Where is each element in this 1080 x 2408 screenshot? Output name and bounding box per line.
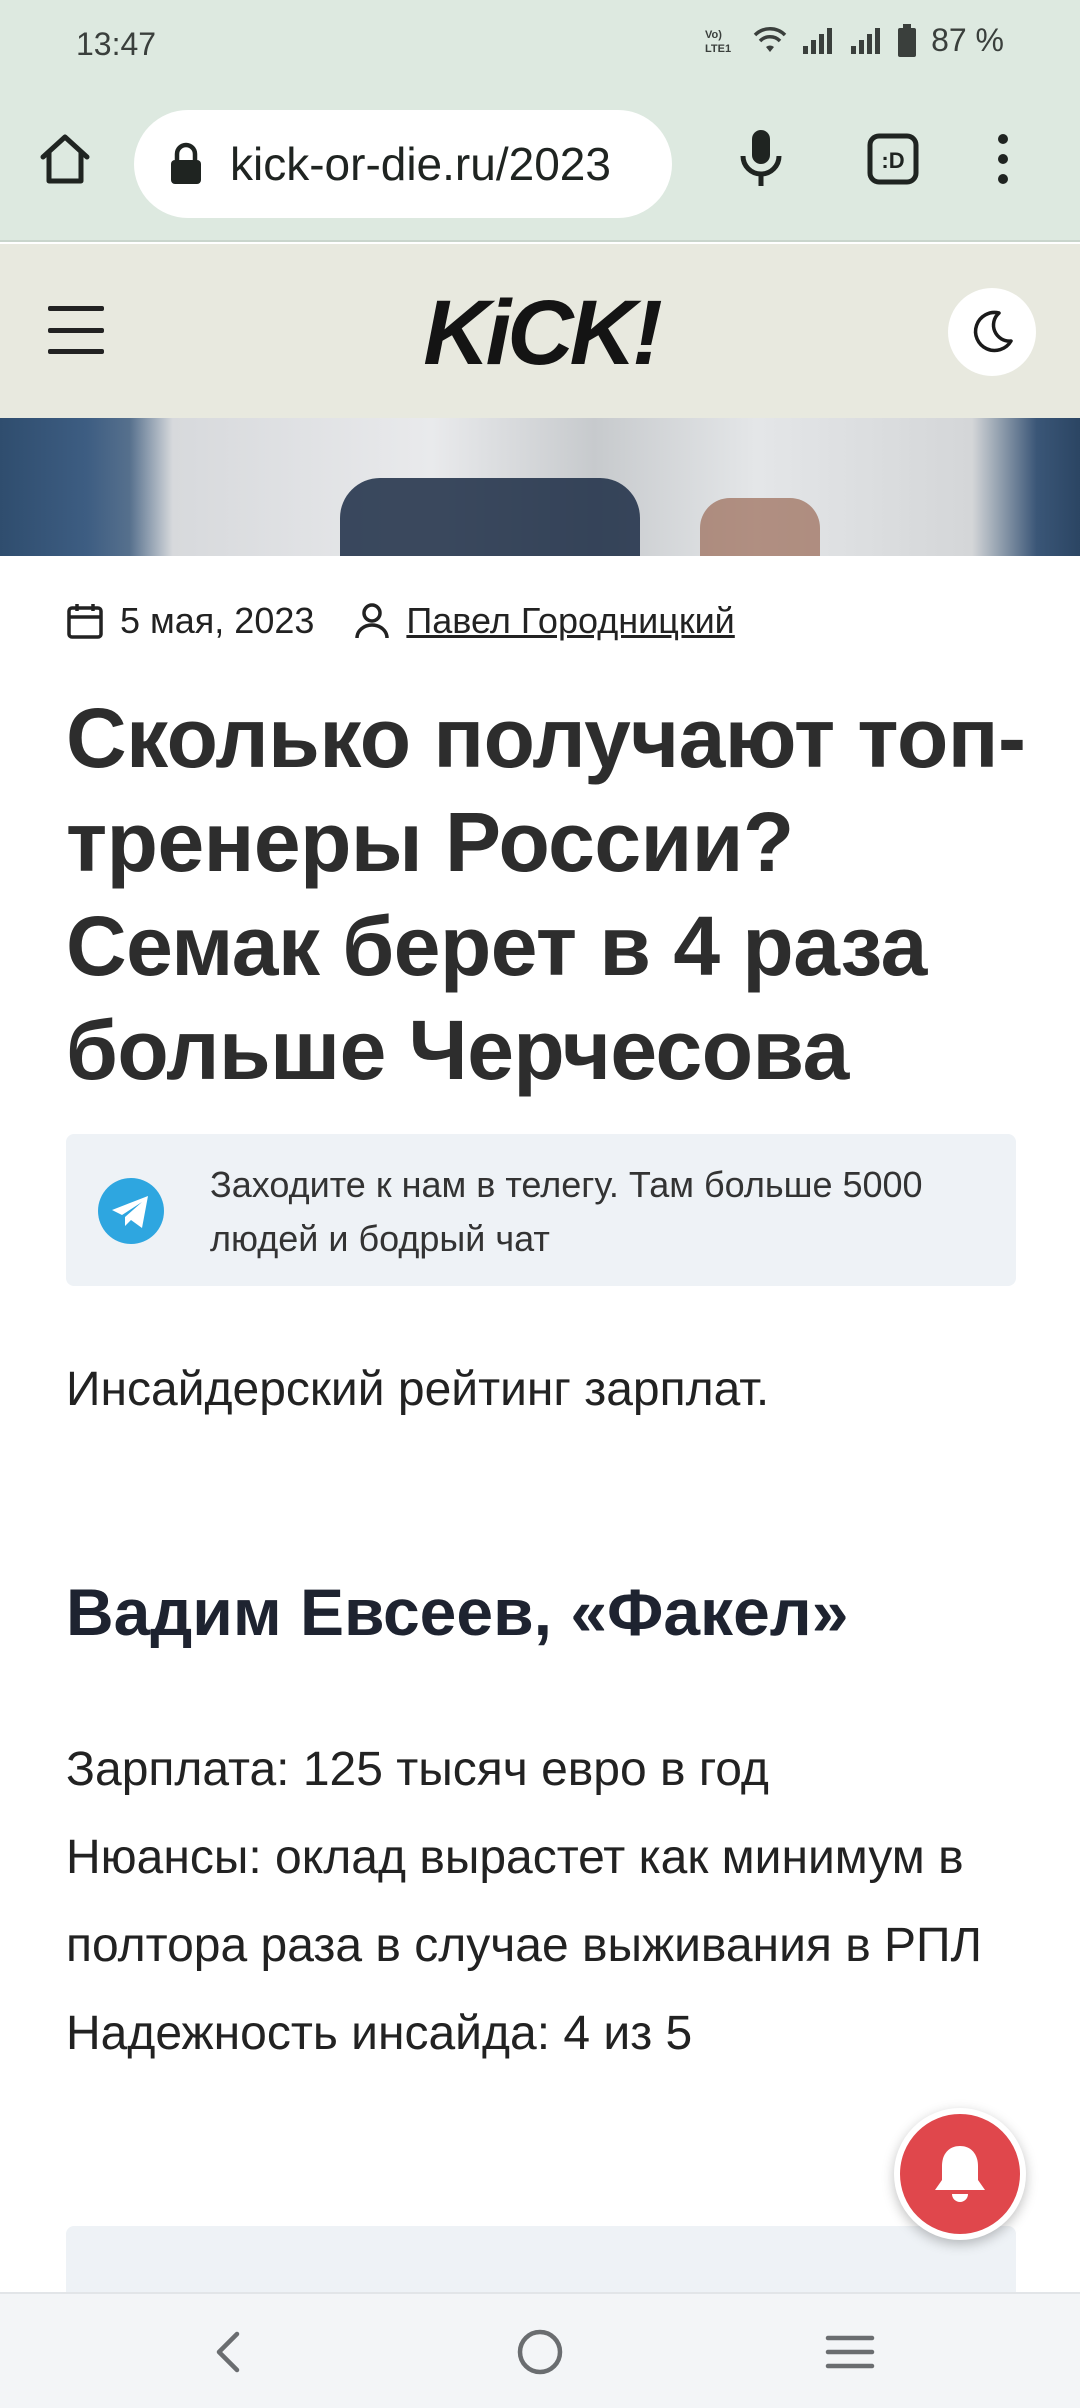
- address-bar[interactable]: kick-or-die.ru/2023: [134, 110, 672, 218]
- nav-home-button[interactable]: [508, 2320, 572, 2384]
- svg-text:LTE1: LTE1: [705, 43, 731, 55]
- browser-menu-button[interactable]: [968, 124, 1038, 194]
- telegram-icon: [98, 1178, 164, 1244]
- notification-bell-button[interactable]: [894, 2108, 1026, 2240]
- user-icon: [355, 603, 390, 639]
- more-vert-icon: [998, 134, 1008, 184]
- calendar-icon: [67, 604, 103, 639]
- nav-back-button[interactable]: [196, 2320, 260, 2384]
- back-icon: [216, 2331, 240, 2373]
- status-bar: 13:47 Vo) LTE1 87 %: [0, 0, 1080, 88]
- moon-icon: [973, 310, 1013, 353]
- tab-switcher-button[interactable]: :D: [858, 124, 928, 194]
- system-nav-bar: [0, 2292, 1080, 2408]
- article-meta: 5 мая, 2023 Павел Городницкий: [66, 600, 735, 642]
- article-title: Сколько получают топ-тренеры России? Сем…: [66, 691, 1026, 1097]
- telegram-promo-text: Заходите к нам в телегу. Там больше 5000…: [210, 1164, 923, 1259]
- battery-icon: [898, 23, 917, 57]
- home-icon: [40, 134, 90, 184]
- svg-text:Vo): Vo): [705, 29, 722, 41]
- hamburger-icon[interactable]: [48, 306, 104, 354]
- url-text: kick-or-die.ru/2023: [230, 138, 611, 190]
- home-circle-icon: [517, 2329, 563, 2375]
- volte-icon: Vo) LTE1: [705, 29, 731, 55]
- reliability-line: Надежность инсайда: 4 из 5: [66, 2007, 693, 2060]
- author-link[interactable]: Павел Городницкий: [406, 600, 734, 642]
- tabs-icon: :D: [867, 133, 919, 185]
- telegram-promo[interactable]: Заходите к нам в телегу. Там больше 5000…: [66, 1134, 1016, 1286]
- lock-icon: [171, 142, 201, 184]
- browser-home-button[interactable]: [30, 124, 100, 194]
- site-logo[interactable]: KiCK!: [378, 286, 704, 378]
- nuances-line: Нюансы: оклад вырастет как минимум в пол…: [66, 1831, 983, 1972]
- battery-percent: 87 %: [931, 22, 1004, 58]
- hero-image: [0, 418, 1080, 556]
- site-header: KiCK!: [0, 244, 1080, 418]
- wifi-icon: [753, 26, 787, 52]
- voice-search-button[interactable]: [726, 124, 796, 194]
- svg-text:KiCK!: KiCK!: [423, 286, 662, 378]
- theme-toggle-button[interactable]: [948, 288, 1036, 376]
- svg-text::D: :D: [881, 148, 904, 173]
- mic-icon: [740, 130, 782, 186]
- nav-recents-button[interactable]: [818, 2320, 882, 2384]
- article-lead: Инсайдерский рейтинг зарплат.: [66, 1363, 770, 1416]
- coach-info: Зарплата: 125 тысяч евро в год Нюансы: о…: [66, 1726, 1026, 2078]
- status-time: 13:47: [76, 26, 157, 62]
- article-date: 5 мая, 2023: [120, 600, 315, 641]
- salary-line: Зарплата: 125 тысяч евро в год: [66, 1743, 769, 1796]
- bell-icon: [935, 2146, 985, 2202]
- browser-toolbar: kick-or-die.ru/2023 :D: [0, 88, 1080, 242]
- signal-icon: [851, 27, 881, 54]
- status-icons: Vo) LTE1 87 %: [703, 22, 1004, 59]
- recents-icon: [825, 2335, 875, 2369]
- section-heading: Вадим Евсеев, «Факел»: [66, 1575, 849, 1649]
- signal-icon: [803, 27, 833, 54]
